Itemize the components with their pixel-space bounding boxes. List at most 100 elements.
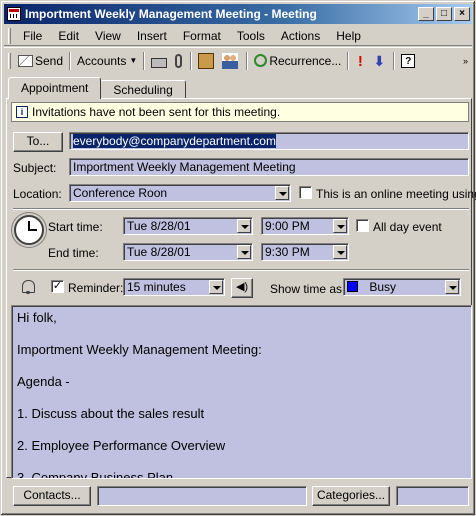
menu-tools[interactable]: Tools: [229, 29, 273, 43]
categories-button[interactable]: Categories...: [312, 486, 390, 506]
menu-help[interactable]: Help: [328, 29, 369, 43]
contacts-button[interactable]: Contacts...: [13, 486, 91, 506]
title-bar[interactable]: Importment Weekly Management Meeting - M…: [4, 4, 472, 24]
end-date-value: Tue 8/28/01: [127, 245, 191, 259]
close-button[interactable]: ×: [454, 7, 470, 21]
help-icon: ?: [401, 53, 416, 68]
meeting-body-textarea[interactable]: Hi folk, Importment Weekly Management Me…: [11, 305, 472, 479]
calendar-icon[interactable]: [7, 7, 21, 21]
standard-toolbar: Send Accounts ▼ Recurrence... ! ⬇ ? »: [4, 47, 472, 73]
toolbar-separator: [69, 51, 72, 70]
subject-field[interactable]: Importment Weekly Management Meeting: [69, 158, 469, 176]
menu-edit[interactable]: Edit: [50, 29, 87, 43]
send-label: Send: [35, 53, 64, 68]
toolbar-separator: [347, 51, 350, 70]
print-button[interactable]: [148, 52, 172, 70]
recurrence-button[interactable]: Recurrence...: [251, 52, 344, 70]
start-time-dropdown[interactable]: 9:00 PM: [261, 217, 349, 235]
toolbar-separator: [143, 51, 146, 70]
toolbar-grip[interactable]: [8, 52, 11, 69]
attach-button[interactable]: [172, 52, 187, 70]
menu-insert[interactable]: Insert: [129, 29, 175, 43]
menu-grip[interactable]: [8, 27, 11, 44]
chevron-down-icon[interactable]: [209, 280, 223, 294]
chevron-down-icon[interactable]: [445, 280, 459, 294]
arrow-down-icon: ⬇: [373, 52, 386, 69]
toolbar-overflow-button[interactable]: »: [463, 56, 468, 66]
all-day-checkbox[interactable]: [356, 219, 369, 232]
end-time-dropdown[interactable]: 9:30 PM: [261, 243, 349, 261]
menu-view[interactable]: View: [87, 29, 129, 43]
toolbar-separator: [246, 51, 249, 70]
window-title: Importment Weekly Management Meeting - M…: [25, 7, 317, 21]
recurrence-icon: [254, 54, 268, 67]
high-importance-button[interactable]: !: [352, 51, 370, 71]
divider: [13, 269, 469, 271]
help-button[interactable]: ?: [398, 52, 420, 70]
reminder-checkbox[interactable]: ✓: [51, 280, 64, 293]
tab-scheduling[interactable]: Scheduling: [100, 80, 186, 99]
printer-icon: [151, 57, 168, 68]
categories-field[interactable]: [396, 486, 469, 506]
invite-attendees-button[interactable]: [219, 51, 243, 71]
toolbar-separator: [190, 51, 193, 70]
end-time-value: 9:30 PM: [265, 245, 310, 259]
start-date-value: Tue 8/28/01: [127, 219, 191, 233]
body-line: 2. Employee Performance Overview: [17, 438, 226, 453]
address-book-icon: [198, 52, 215, 69]
info-bar: i Invitations have not been sent for thi…: [11, 102, 469, 122]
paperclip-icon: [175, 53, 183, 68]
start-time-value: 9:00 PM: [265, 219, 310, 233]
to-button[interactable]: To...: [13, 132, 63, 152]
toolbar-separator: [393, 51, 396, 70]
to-field[interactable]: everybody@companydepartment.com: [69, 132, 469, 150]
chevron-down-icon[interactable]: [333, 219, 347, 233]
chevron-down-icon[interactable]: [237, 219, 251, 233]
chevron-down-icon: ▼: [129, 56, 138, 65]
show-time-dropdown[interactable]: Busy: [343, 278, 461, 296]
end-time-label: End time:: [48, 246, 99, 260]
reminder-value: 15 minutes: [127, 280, 186, 294]
clock-icon: [14, 215, 44, 245]
chevron-down-icon[interactable]: [333, 245, 347, 259]
start-time-label: Start time:: [48, 220, 103, 234]
envelope-icon: [18, 54, 33, 67]
tab-appointment[interactable]: Appointment: [8, 77, 102, 99]
maximize-button[interactable]: □: [436, 7, 452, 21]
busy-color-swatch: [347, 281, 358, 292]
send-button[interactable]: Send: [15, 52, 66, 70]
location-value: Conference Roon: [73, 186, 168, 200]
accounts-button[interactable]: Accounts ▼: [74, 52, 140, 70]
online-meeting-checkbox[interactable]: [299, 186, 312, 199]
show-time-value: Busy: [369, 280, 397, 294]
minimize-button[interactable]: _: [418, 7, 434, 21]
reminder-sound-button[interactable]: ◀): [231, 278, 253, 298]
menu-format[interactable]: Format: [175, 29, 229, 43]
show-time-label: Show time as:: [270, 282, 346, 296]
chevron-down-icon[interactable]: [275, 186, 289, 200]
body-line: Hi folk,: [17, 310, 57, 325]
recurrence-label: Recurrence...: [269, 53, 342, 68]
menu-file[interactable]: File: [15, 29, 50, 43]
meeting-window: Importment Weekly Management Meeting - M…: [0, 0, 476, 516]
online-meeting-label: This is an online meeting using:: [316, 187, 476, 201]
reminder-dropdown[interactable]: 15 minutes: [123, 278, 225, 296]
chevron-down-icon[interactable]: [237, 245, 251, 259]
divider: [13, 208, 469, 210]
contacts-field[interactable]: [97, 486, 307, 506]
speaker-icon: ◀): [235, 281, 249, 293]
bell-icon: [19, 278, 37, 294]
tab-strip: Appointment Scheduling: [8, 77, 186, 99]
low-importance-button[interactable]: ⬇: [370, 51, 390, 71]
end-date-dropdown[interactable]: Tue 8/28/01: [123, 243, 253, 261]
location-dropdown[interactable]: Conference Roon: [69, 184, 291, 202]
start-date-dropdown[interactable]: Tue 8/28/01: [123, 217, 253, 235]
info-icon: i: [16, 106, 28, 118]
menu-actions[interactable]: Actions: [273, 29, 328, 43]
reminder-label: Reminder:: [68, 281, 124, 295]
body-line: Agenda -: [17, 374, 70, 389]
people-icon: [222, 52, 239, 69]
body-line: 3. Company Business Plan: [17, 470, 174, 479]
address-book-button[interactable]: [195, 51, 219, 71]
info-bar-text: Invitations have not been sent for this …: [32, 105, 281, 119]
